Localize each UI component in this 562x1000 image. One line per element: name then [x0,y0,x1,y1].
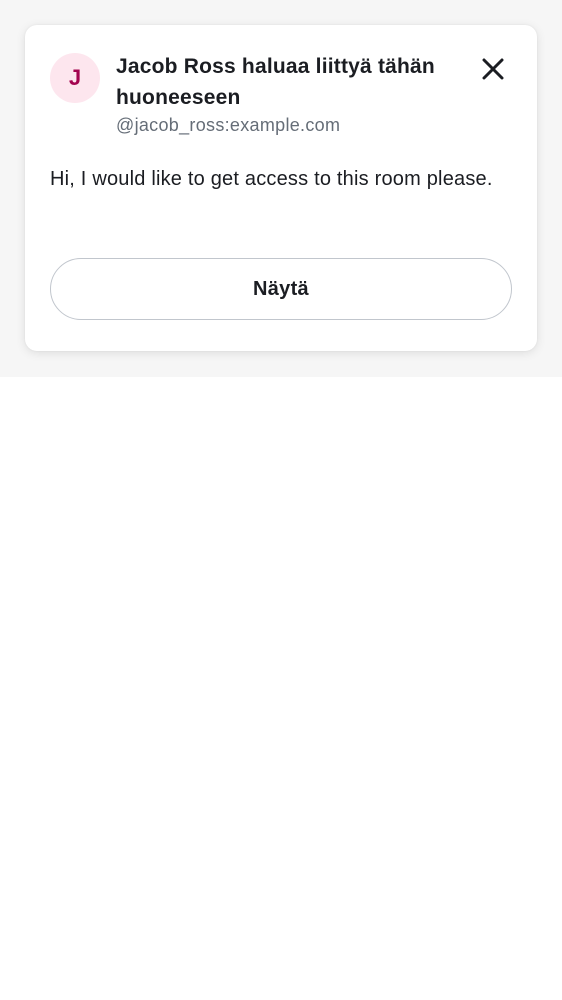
join-request-banner: J Jacob Ross haluaa liittyä tähän huonee… [25,25,537,351]
avatar: J [50,53,100,103]
join-request-title: Jacob Ross haluaa liittyä tähän huoneese… [116,55,435,109]
dismiss-button[interactable] [473,49,513,89]
view-button-label: Näytä [253,277,309,300]
view-button[interactable]: Näytä [50,258,512,320]
avatar-initial: J [68,65,82,90]
request-message: Hi, I would like to get access to this r… [50,168,493,190]
requester-user-id: @jacob_ross:example.com [116,115,341,135]
close-icon [482,58,504,80]
